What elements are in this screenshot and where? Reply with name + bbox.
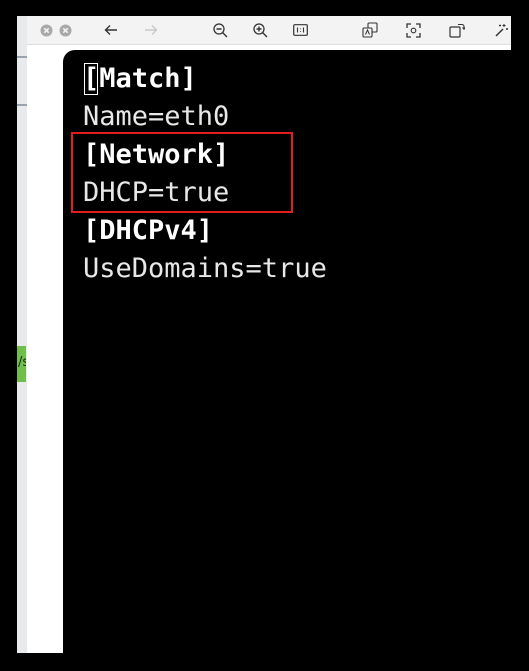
back-arrow-icon[interactable] — [102, 21, 120, 39]
rotate-icon[interactable] — [448, 21, 466, 39]
background-window-edge — [17, 16, 27, 653]
config-section-dhcpv4: [DHCPv4] — [83, 215, 214, 246]
minimize-circle-icon[interactable] — [56, 21, 74, 39]
highlight-annotation-box — [71, 132, 293, 213]
screen: /s [Match] Name=eth0 [Network] DHCP=true… — [0, 0, 529, 671]
viewer-toolbar — [27, 16, 511, 45]
window-divider — [17, 104, 27, 106]
zoom-in-icon[interactable] — [251, 21, 269, 39]
text-cursor — [84, 63, 98, 95]
config-line-name: Name=eth0 — [83, 101, 230, 132]
close-circle-icon[interactable] — [37, 21, 55, 39]
forward-arrow-icon[interactable] — [142, 21, 160, 39]
magic-wand-icon[interactable] — [492, 21, 510, 39]
side-tab[interactable]: /s — [17, 346, 26, 382]
actual-size-icon[interactable] — [291, 21, 309, 39]
translate-icon[interactable] — [361, 21, 379, 39]
window-divider — [17, 56, 27, 58]
fit-screen-icon[interactable] — [404, 21, 422, 39]
config-section-match: [Match] — [83, 63, 197, 94]
zoom-out-icon[interactable] — [211, 21, 229, 39]
config-line-usedomains: UseDomains=true — [83, 253, 327, 284]
side-tab-label: /s — [18, 355, 26, 370]
